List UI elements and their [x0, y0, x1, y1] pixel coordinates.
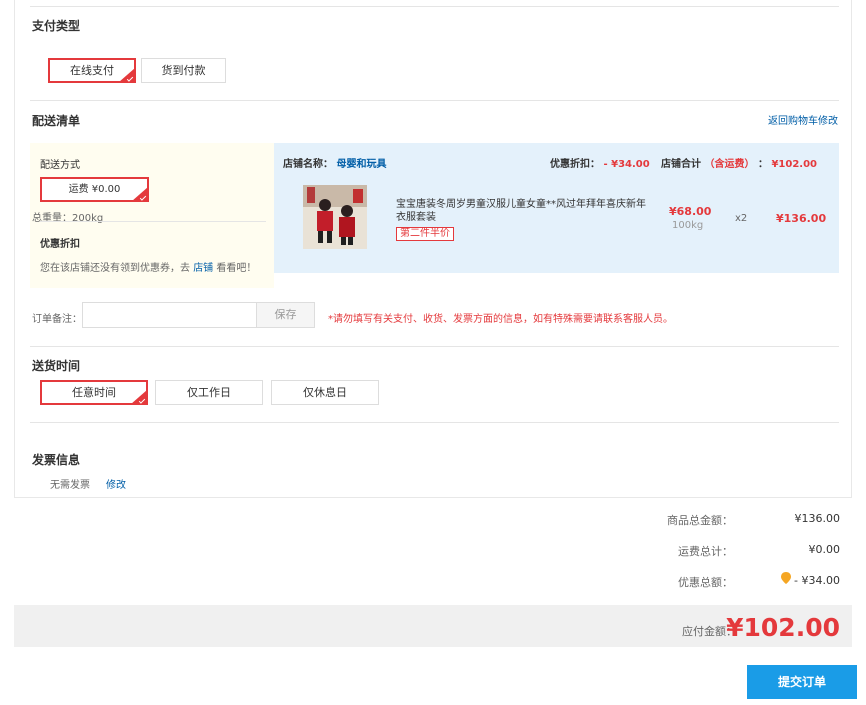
- back-to-cart-link[interactable]: 返回购物车修改: [768, 112, 838, 127]
- product-weight: 100kg: [672, 220, 704, 231]
- divider-delivery-time: [30, 422, 839, 423]
- freight-total-value: ¥0.00: [808, 543, 841, 556]
- shipping-fee-label: 运费 ¥0.00: [68, 184, 121, 195]
- shop-discount-label: 优惠折扣：: [550, 159, 600, 170]
- order-note-input[interactable]: [82, 302, 257, 328]
- divider-note: [30, 346, 839, 347]
- delivery-list-title: 配送清单: [32, 114, 81, 128]
- delivery-time-title: 送货时间: [32, 359, 81, 373]
- delivery-time-any-label: 任意时间: [72, 386, 116, 399]
- promo-badge: 第二件半价: [396, 227, 454, 241]
- submit-order-button[interactable]: 提交订单: [747, 665, 857, 699]
- shipping-fee-option[interactable]: 运费 ¥0.00: [40, 177, 149, 202]
- product-price: ¥68.00: [669, 205, 712, 218]
- order-note-hint: *请勿填写有关支付、收货、发票方面的信息，如有特殊需要请联系客服人员。: [328, 314, 673, 325]
- payment-option-online-label: 在线支付: [70, 64, 114, 77]
- coupon-hint-suffix: 看看吧！: [216, 263, 257, 274]
- discount-total-label: 优惠总额：: [678, 576, 733, 589]
- shop-total-row: 店铺合计 （含运费） ： ¥102.00: [661, 155, 817, 170]
- divider-payment: [30, 100, 839, 101]
- product-quantity: x2: [735, 213, 748, 224]
- delivery-time-weekend[interactable]: 仅休息日: [271, 380, 379, 405]
- shop-discount-row: 优惠折扣： - ¥34.00: [550, 155, 650, 170]
- invoice-title: 发票信息: [32, 453, 81, 467]
- product-photo-icon: [303, 185, 367, 249]
- top-divider: [30, 6, 839, 7]
- shop-total-value: ¥102.00: [771, 159, 817, 170]
- shipping-method-label: 配送方式: [40, 160, 80, 171]
- payment-option-online[interactable]: 在线支付: [48, 58, 136, 83]
- goods-total-label: 商品总金额：: [667, 514, 733, 527]
- invoice-edit-link[interactable]: 修改: [106, 476, 126, 491]
- shop-name-link[interactable]: 母婴和玩具: [336, 159, 386, 170]
- shop-total-colon: ：: [757, 159, 768, 170]
- delivery-time-workday-label: 仅工作日: [187, 386, 231, 399]
- coupon-hint-prefix: 您在该店铺还没有领到优惠券，去: [40, 263, 190, 274]
- goods-total-value: ¥136.00: [794, 512, 841, 525]
- delivery-time-weekend-label: 仅休息日: [303, 386, 347, 399]
- payment-title: 支付类型: [32, 19, 81, 33]
- discount-label: 优惠折扣: [40, 239, 80, 250]
- delivery-time-any[interactable]: 任意时间: [40, 380, 148, 405]
- shop-total-label: 店铺合计: [661, 159, 701, 170]
- payment-option-cod-label: 货到付款: [161, 64, 206, 77]
- invoice-value: 无需发票: [50, 480, 90, 491]
- shop-total-freight-note: （含运费）: [704, 159, 755, 170]
- payment-option-cod[interactable]: 货到付款: [141, 58, 226, 83]
- discount-total-value: - ¥34.00: [794, 574, 840, 587]
- shop-discount-value: - ¥34.00: [603, 159, 650, 170]
- coupon-hint: 您在该店铺还没有领到优惠券，去 店铺 看看吧！: [40, 259, 256, 274]
- shop-name-label: 店铺名称：: [283, 159, 333, 170]
- shop-name-row: 店铺名称： 母婴和玩具: [283, 155, 386, 170]
- product-subtotal: ¥136.00: [776, 212, 827, 225]
- freight-total-label: 运费总计：: [678, 545, 733, 558]
- product-title-line1: 宝宝唐装冬周岁男童汉服儿童女童**风过年拜年喜庆新年: [396, 199, 646, 210]
- payable-value: ¥102.00: [726, 613, 840, 642]
- shipping-divider: [40, 221, 266, 222]
- product-title-line2: 衣服套装: [396, 212, 436, 223]
- product-image[interactable]: [303, 185, 367, 249]
- save-note-button[interactable]: 保存: [256, 302, 315, 328]
- delivery-time-workday[interactable]: 仅工作日: [155, 380, 263, 405]
- product-title[interactable]: 宝宝唐装冬周岁男童汉服儿童女童**风过年拜年喜庆新年 衣服套装: [396, 198, 654, 224]
- order-note-label: 订单备注：: [32, 314, 82, 325]
- shop-link[interactable]: 店铺: [193, 263, 213, 274]
